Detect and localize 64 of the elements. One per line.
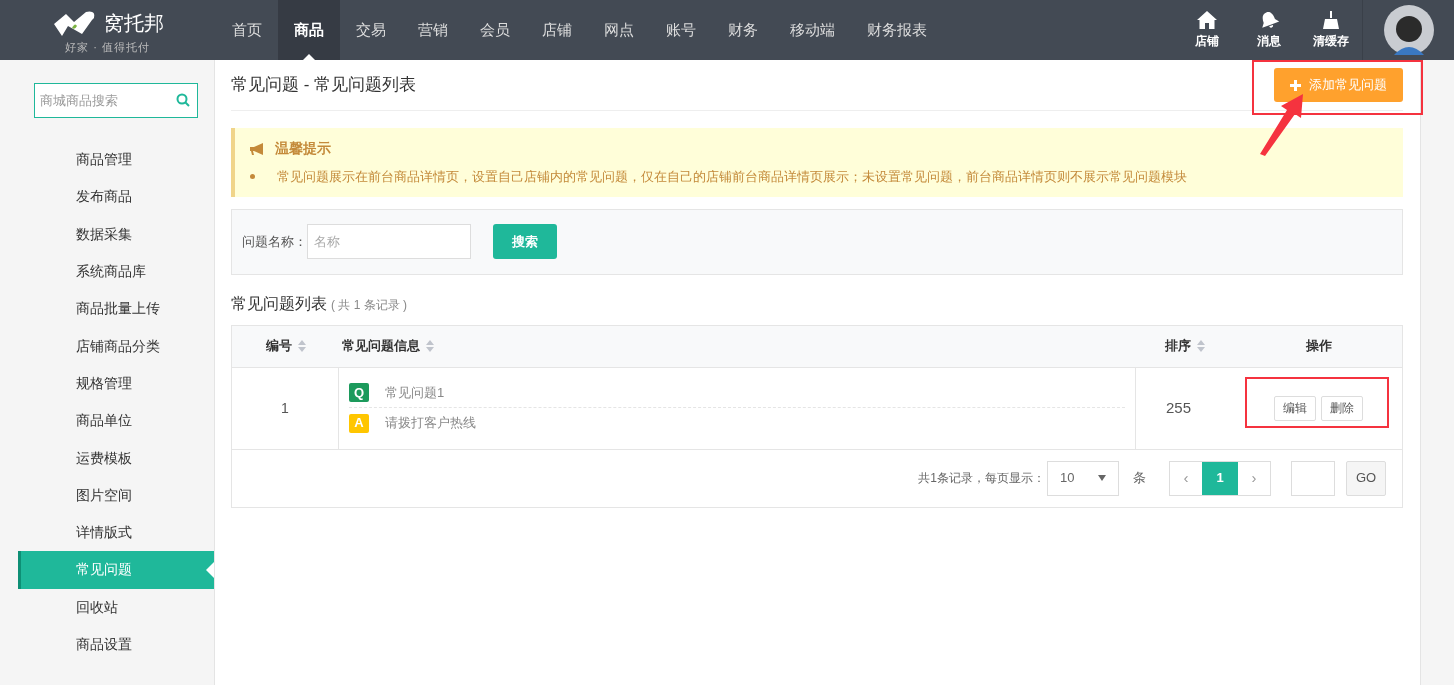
logo-name: 窝托邦	[103, 12, 164, 33]
nav-tab[interactable]: 营销	[402, 0, 464, 60]
sidebar-item[interactable]: 系统商品库	[18, 252, 214, 291]
nav-tab[interactable]: 会员	[464, 0, 526, 60]
column-header[interactable]: 常见问题信息	[339, 325, 1135, 367]
pagination-summary: 共1条记录，每页显示：	[918, 470, 1045, 487]
name-input[interactable]: 名称	[307, 224, 471, 259]
avatar[interactable]	[1383, 5, 1434, 55]
question-badge: Q	[349, 383, 369, 402]
toolbar-button[interactable]: 店铺	[1176, 0, 1238, 60]
sort-icon[interactable]	[426, 340, 434, 352]
list-title: 常见问题列表	[231, 293, 327, 314]
sidebar-item[interactable]: 图片空间	[18, 476, 214, 514]
nav-tab[interactable]: 店铺	[526, 0, 588, 60]
column-header: 操作	[1304, 337, 1333, 356]
notice-text: 常见问题展示在前台商品详情页，设置自己店铺内的常见问题，仅在自己的店铺前台商品详情页展示；未设置常见问题，前台商品详情页则不展示常见问题模块	[277, 168, 1187, 186]
answer-text: 请拨打客户热线	[385, 414, 476, 433]
page-title: 常见问题 - 常见问题列表	[231, 74, 417, 97]
column-header[interactable]: 编号	[232, 325, 339, 367]
sidebar-item[interactable]: 商品单位	[18, 402, 214, 440]
nav-tab[interactable]: 交易	[340, 0, 402, 60]
sidebar-item[interactable]: 发布商品	[18, 178, 214, 216]
column-header[interactable]: 排序	[1135, 325, 1235, 367]
page-input[interactable]	[1291, 460, 1335, 496]
sidebar-item[interactable]: 运费模板	[18, 439, 214, 477]
table-cell: 255	[1135, 367, 1235, 449]
logo-slogan: 好家 · 值得托付	[65, 41, 150, 53]
delete-button[interactable]: 删除	[1321, 395, 1363, 421]
go-button[interactable]: GO	[1346, 460, 1386, 496]
nav-tab[interactable]: 网点	[588, 0, 650, 60]
search-icon[interactable]	[176, 93, 190, 107]
nav-tab[interactable]: 财务	[712, 0, 774, 60]
sidebar-item[interactable]: 商品批量上传	[18, 290, 214, 328]
sidebar-item[interactable]: 规格管理	[18, 364, 214, 403]
nav-tab[interactable]: 首页	[216, 0, 278, 60]
sidebar-item[interactable]: 详情版式	[18, 513, 214, 552]
sort-icon[interactable]	[297, 340, 306, 352]
notice-title: 温馨提示	[275, 139, 331, 158]
sidebar-item[interactable]: 商品设置	[18, 625, 214, 664]
edit-button[interactable]: 编辑	[1274, 395, 1316, 421]
nav-tab[interactable]: 账号	[650, 0, 712, 60]
sort-icon[interactable]	[1197, 340, 1205, 352]
bullet-icon	[250, 174, 255, 180]
sidebar-item[interactable]: 数据采集	[18, 215, 214, 253]
caret-icon	[1098, 475, 1106, 481]
plus-icon	[1290, 79, 1301, 91]
question-text: 常见问题1	[385, 383, 445, 402]
nav-tab[interactable]: 商品	[278, 0, 340, 60]
sidebar-item[interactable]: 商品管理	[18, 141, 214, 179]
record-count: ( 共 1 条记录 )	[331, 296, 407, 314]
nav-tab[interactable]: 财务报表	[851, 0, 943, 60]
unit-label: 条	[1133, 469, 1146, 488]
answer-badge: A	[349, 413, 369, 433]
toolbar-button[interactable]: 清缓存	[1300, 0, 1362, 60]
broom-icon	[1320, 10, 1342, 30]
table-cell: 1	[232, 367, 339, 449]
search-field[interactable]: 商城商品搜索	[34, 83, 198, 118]
house-icon	[1196, 10, 1218, 30]
toolbar-button[interactable]: 消息	[1238, 0, 1300, 60]
page-size-select[interactable]: 10	[1047, 460, 1119, 496]
sidebar-item[interactable]: 店铺商品分类	[18, 327, 214, 365]
filter-label: 问题名称：	[242, 232, 307, 251]
nav-tab[interactable]: 移动端	[774, 0, 851, 60]
sidebar-item[interactable]: 回收站	[18, 588, 214, 626]
